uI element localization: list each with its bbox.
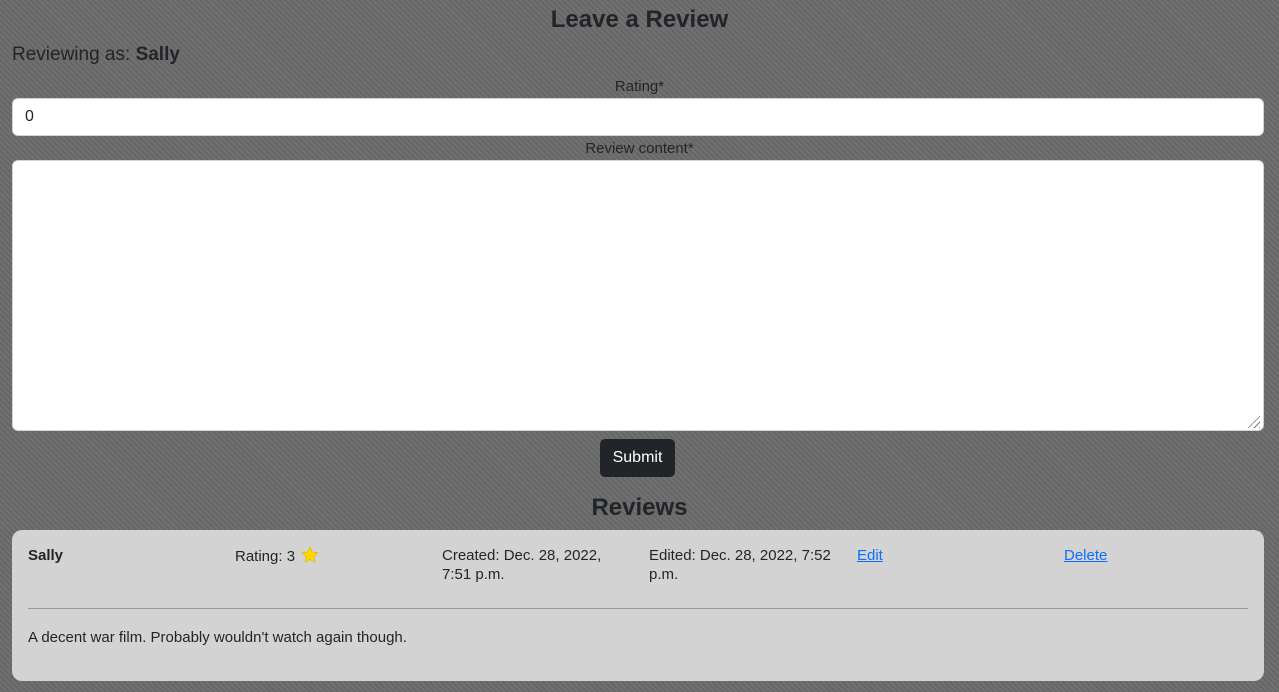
submit-button[interactable]: Submit [600,439,675,477]
rating-input[interactable] [12,98,1264,136]
page-title: Leave a Review [550,6,729,33]
reviewing-as-prefix: Reviewing as: [12,44,136,65]
review-rating-prefix: Rating: [235,548,287,565]
reviews-heading: Reviews [591,494,688,521]
review-divider [28,608,1248,609]
review-rating-value: 3 [286,548,296,565]
star-icon [301,546,319,569]
review-created-date: Created: Dec. 28, 2022, 7:51 p.m. [442,547,602,583]
review-content-label: Review content* [585,140,694,157]
review-edited-date: Edited: Dec. 28, 2022, 7:52 p.m. [649,547,831,583]
reviewing-as-user: Sally [135,44,180,65]
review-content: A decent war film. Probably wouldn't wat… [28,629,407,646]
reviewing-as: Reviewing as: Sally [12,42,180,68]
review-card: Sally Rating: 3 Created: Dec. 28, 2022, … [12,530,1264,681]
edit-review-link[interactable]: Edit [857,546,883,565]
rating-label: Rating* [614,78,665,95]
delete-review-link[interactable]: Delete [1064,546,1107,565]
review-author: Sally [28,547,64,564]
review-content-textarea[interactable] [12,160,1264,431]
review-rating: Rating: 3 [235,546,319,569]
